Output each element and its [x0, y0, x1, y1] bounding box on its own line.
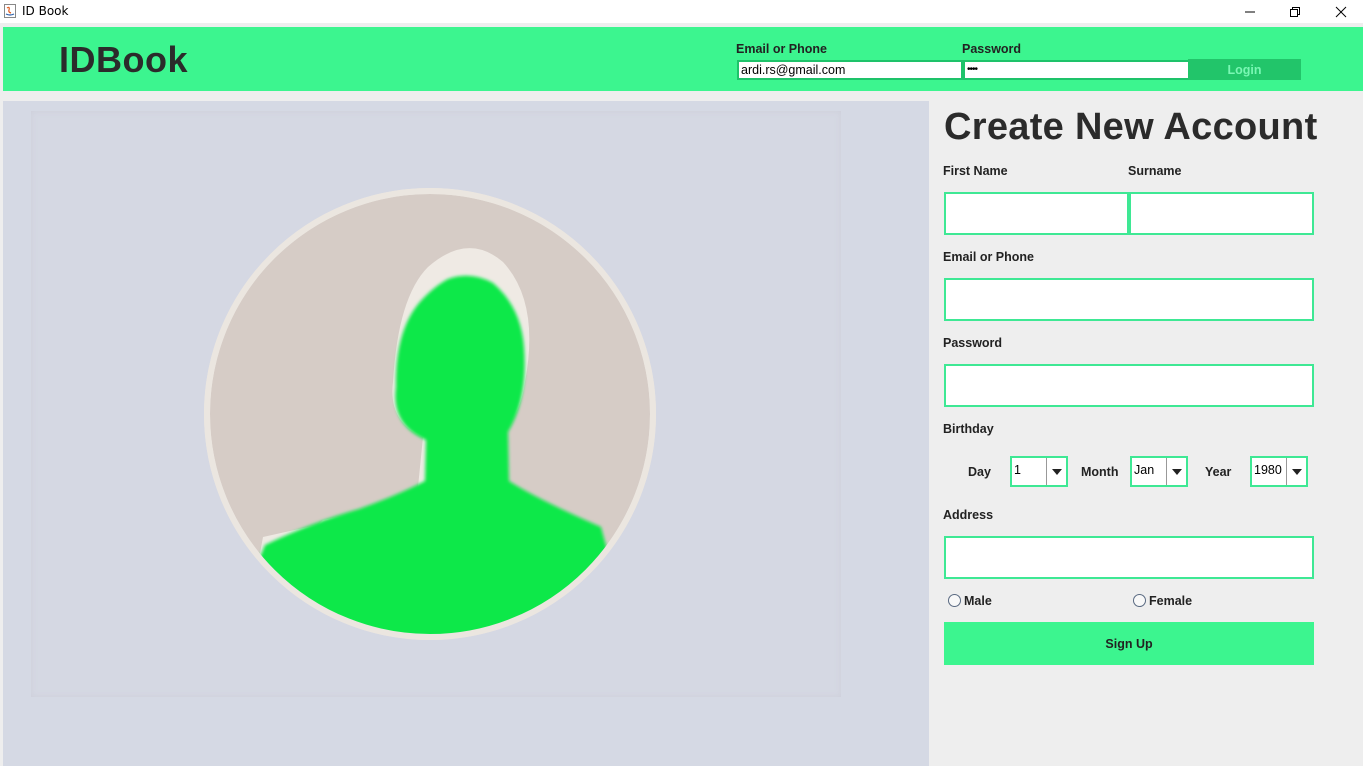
close-button[interactable]	[1318, 0, 1363, 23]
minimize-icon	[1245, 11, 1255, 12]
illustration-panel	[3, 101, 929, 766]
address-field[interactable]	[944, 536, 1314, 579]
male-radio[interactable]	[948, 594, 961, 607]
minimize-button[interactable]	[1227, 0, 1273, 23]
chevron-down-icon[interactable]	[1046, 458, 1066, 485]
header-password-input[interactable]: ••••	[963, 60, 1190, 80]
female-label: Female	[1149, 594, 1193, 608]
restore-button[interactable]	[1272, 0, 1318, 23]
header-bar: IDBook	[3, 27, 1363, 91]
day-value: 1	[1014, 463, 1021, 477]
male-label: Male	[964, 594, 992, 608]
surname-field[interactable]	[1129, 192, 1314, 235]
login-button[interactable]: Login	[1188, 59, 1301, 80]
window-title: ID Book	[22, 4, 69, 18]
month-label: Month	[1081, 465, 1119, 479]
chevron-down-icon[interactable]	[1166, 458, 1186, 485]
header-email-label: Email or Phone	[736, 42, 827, 56]
first-name-label: First Name	[943, 164, 1008, 178]
year-select[interactable]: 1980	[1250, 456, 1308, 487]
brand-logo: IDBook	[59, 39, 188, 80]
month-select[interactable]: Jan	[1130, 456, 1188, 487]
first-name-field[interactable]	[944, 192, 1129, 235]
day-select[interactable]: 1	[1010, 456, 1068, 487]
address-label: Address	[943, 508, 994, 522]
user-avatar-icon	[204, 188, 656, 640]
sign-up-button[interactable]: Sign Up	[944, 622, 1314, 665]
restore-icon	[1290, 6, 1300, 17]
day-label: Day	[968, 465, 991, 479]
form-heading: Create New Account	[944, 106, 1318, 148]
year-value: 1980	[1254, 463, 1282, 477]
password-label: Password	[943, 336, 1003, 350]
surname-label: Surname	[1128, 164, 1182, 178]
header-email-input[interactable]: ardi.rs@gmail.com	[737, 60, 963, 80]
email-field[interactable]	[944, 278, 1314, 321]
female-radio[interactable]	[1133, 594, 1146, 607]
password-field[interactable]	[944, 364, 1314, 407]
month-value: Jan	[1134, 463, 1155, 477]
close-icon	[1335, 6, 1347, 17]
chevron-down-icon[interactable]	[1286, 458, 1306, 485]
header-password-label: Password	[962, 42, 1022, 56]
java-app-icon	[4, 4, 16, 18]
email-label: Email or Phone	[943, 250, 1034, 264]
year-label: Year	[1205, 465, 1232, 479]
birthday-label: Birthday	[943, 422, 994, 436]
window-titlebar: ID Book	[0, 0, 1363, 24]
